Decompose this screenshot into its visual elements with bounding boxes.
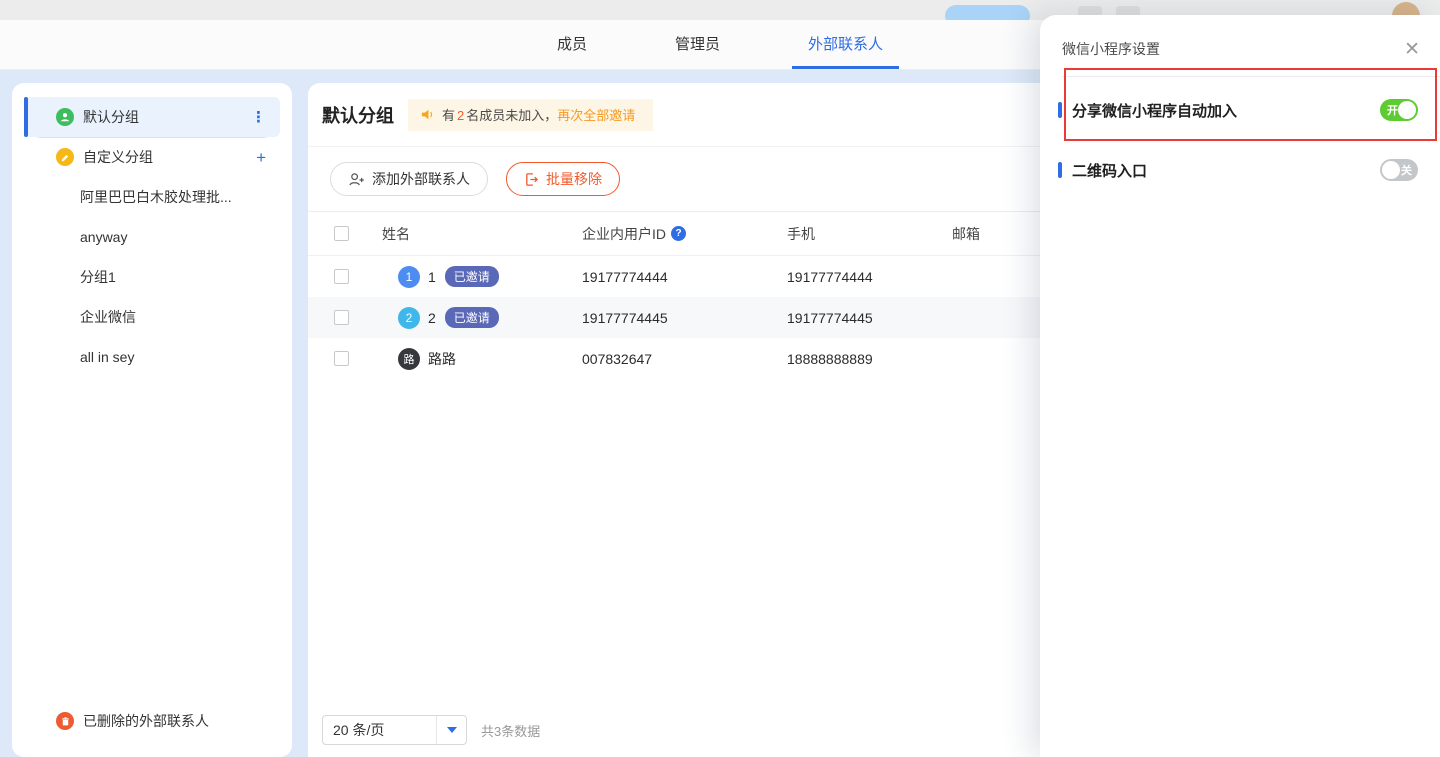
trash-icon <box>56 712 74 730</box>
column-header-uid: 企业内用户ID ? <box>582 224 787 244</box>
sidebar: 全部联系人 默认分组 ⋮ 自定义分组 + 阿里巴巴白木胶处理批... anywa… <box>12 83 292 757</box>
pencil-icon <box>56 148 74 166</box>
batch-remove-button[interactable]: 批量移除 <box>506 162 620 196</box>
person-icon <box>56 108 74 126</box>
row-checkbox[interactable] <box>334 351 349 366</box>
row-checkbox[interactable] <box>334 310 349 325</box>
contact-name: 1 <box>428 269 436 285</box>
tab-external-contacts[interactable]: 外部联系人 <box>792 20 899 69</box>
faded-primary-button <box>945 5 1030 20</box>
name-cell: 路 路路 <box>382 348 582 370</box>
blue-marker-bar <box>1058 102 1062 118</box>
auto-join-toggle[interactable]: 开 <box>1380 99 1418 121</box>
tab-admins[interactable]: 管理员 <box>659 20 736 69</box>
selected-indicator-bar <box>24 97 28 137</box>
panel-header: 微信小程序设置 ✕ <box>1040 15 1440 59</box>
deleted-contacts-label: 已删除的外部联系人 <box>83 711 209 731</box>
sidebar-subgroup[interactable]: 分组1 <box>12 257 292 297</box>
deleted-contacts-item[interactable]: 已删除的外部联系人 <box>12 703 292 739</box>
uninvited-count: 2 <box>455 108 466 123</box>
page-size-value: 20 条/页 <box>323 720 436 740</box>
avatar: 2 <box>398 307 420 329</box>
name-cell: 1 1 已邀请 <box>382 266 582 288</box>
group-label: 自定义分组 <box>83 147 153 167</box>
toggle-knob <box>1398 101 1416 119</box>
row-checkbox[interactable] <box>334 269 349 284</box>
blue-marker-bar <box>1058 162 1062 178</box>
setting-label: 分享微信小程序自动加入 <box>1072 100 1237 121</box>
column-header-name: 姓名 <box>382 224 582 244</box>
close-icon[interactable]: ✕ <box>1404 40 1420 59</box>
name-cell: 2 2 已邀请 <box>382 307 582 329</box>
sidebar-subgroup[interactable]: all in sey <box>12 337 292 377</box>
setting-label: 二维码入口 <box>1072 160 1147 181</box>
contact-name: 路路 <box>428 349 456 369</box>
chevron-down-icon[interactable] <box>436 716 466 744</box>
wechat-miniprogram-settings-panel: 微信小程序设置 ✕ 分享微信小程序自动加入 开 二维码入口 关 <box>1040 15 1440 757</box>
invited-badge: 已邀请 <box>445 307 499 328</box>
add-group-icon[interactable]: + <box>256 149 266 166</box>
help-icon[interactable]: ? <box>671 226 686 241</box>
avatar: 1 <box>398 266 420 288</box>
group-more-icon[interactable]: ⋮ <box>251 110 266 125</box>
uid-cell: 19177774444 <box>582 269 787 285</box>
invited-badge: 已邀请 <box>445 266 499 287</box>
contact-name: 2 <box>428 310 436 326</box>
phone-cell: 19177774445 <box>787 310 952 326</box>
invite-banner: 有2名成员未加入，再次全部邀请 <box>408 99 653 131</box>
export-remove-icon <box>524 172 539 187</box>
phone-cell: 18888888889 <box>787 351 952 367</box>
page-title: 默认分组 <box>322 102 394 128</box>
phone-cell: 19177774444 <box>787 269 952 285</box>
uid-cell: 19177774445 <box>582 310 787 326</box>
sidebar-subgroup[interactable]: anyway <box>12 217 292 257</box>
add-external-contact-button[interactable]: 添加外部联系人 <box>330 162 488 196</box>
sidebar-group-default[interactable]: 默认分组 ⋮ <box>24 97 280 137</box>
sidebar-subgroup[interactable]: 阿里巴巴白木胶处理批... <box>12 177 292 217</box>
column-header-phone: 手机 <box>787 224 952 244</box>
qrcode-entry-toggle[interactable]: 关 <box>1380 159 1418 181</box>
sidebar-group-custom[interactable]: 自定义分组 + <box>24 137 280 177</box>
total-count: 共3条数据 <box>481 721 540 740</box>
speaker-icon <box>420 107 435 122</box>
uid-cell: 007832647 <box>582 351 787 367</box>
person-plus-icon <box>348 172 365 187</box>
batch-remove-label: 批量移除 <box>546 169 602 189</box>
setting-row-qrcode-entry: 二维码入口 关 <box>1040 150 1440 190</box>
tab-members[interactable]: 成员 <box>541 20 603 69</box>
toggle-state-label: 关 <box>1401 159 1412 181</box>
select-all-checkbox[interactable] <box>334 226 349 241</box>
sidebar-subgroup[interactable]: 企业微信 <box>12 297 292 337</box>
toggle-state-label: 开 <box>1387 99 1398 121</box>
group-label: 默认分组 <box>83 107 139 127</box>
add-external-contact-label: 添加外部联系人 <box>372 169 470 189</box>
pagination: 20 条/页 共3条数据 <box>322 715 540 745</box>
page-size-select[interactable]: 20 条/页 <box>322 715 467 745</box>
setting-row-auto-join: 分享微信小程序自动加入 开 <box>1040 90 1440 130</box>
avatar: 路 <box>398 348 420 370</box>
reinvite-all-link[interactable]: 再次全部邀请 <box>557 108 635 123</box>
toggle-knob <box>1382 161 1400 179</box>
divider <box>1062 76 1440 77</box>
panel-title: 微信小程序设置 <box>1062 39 1160 59</box>
banner-text: 有2名成员未加入，再次全部邀请 <box>442 105 635 124</box>
